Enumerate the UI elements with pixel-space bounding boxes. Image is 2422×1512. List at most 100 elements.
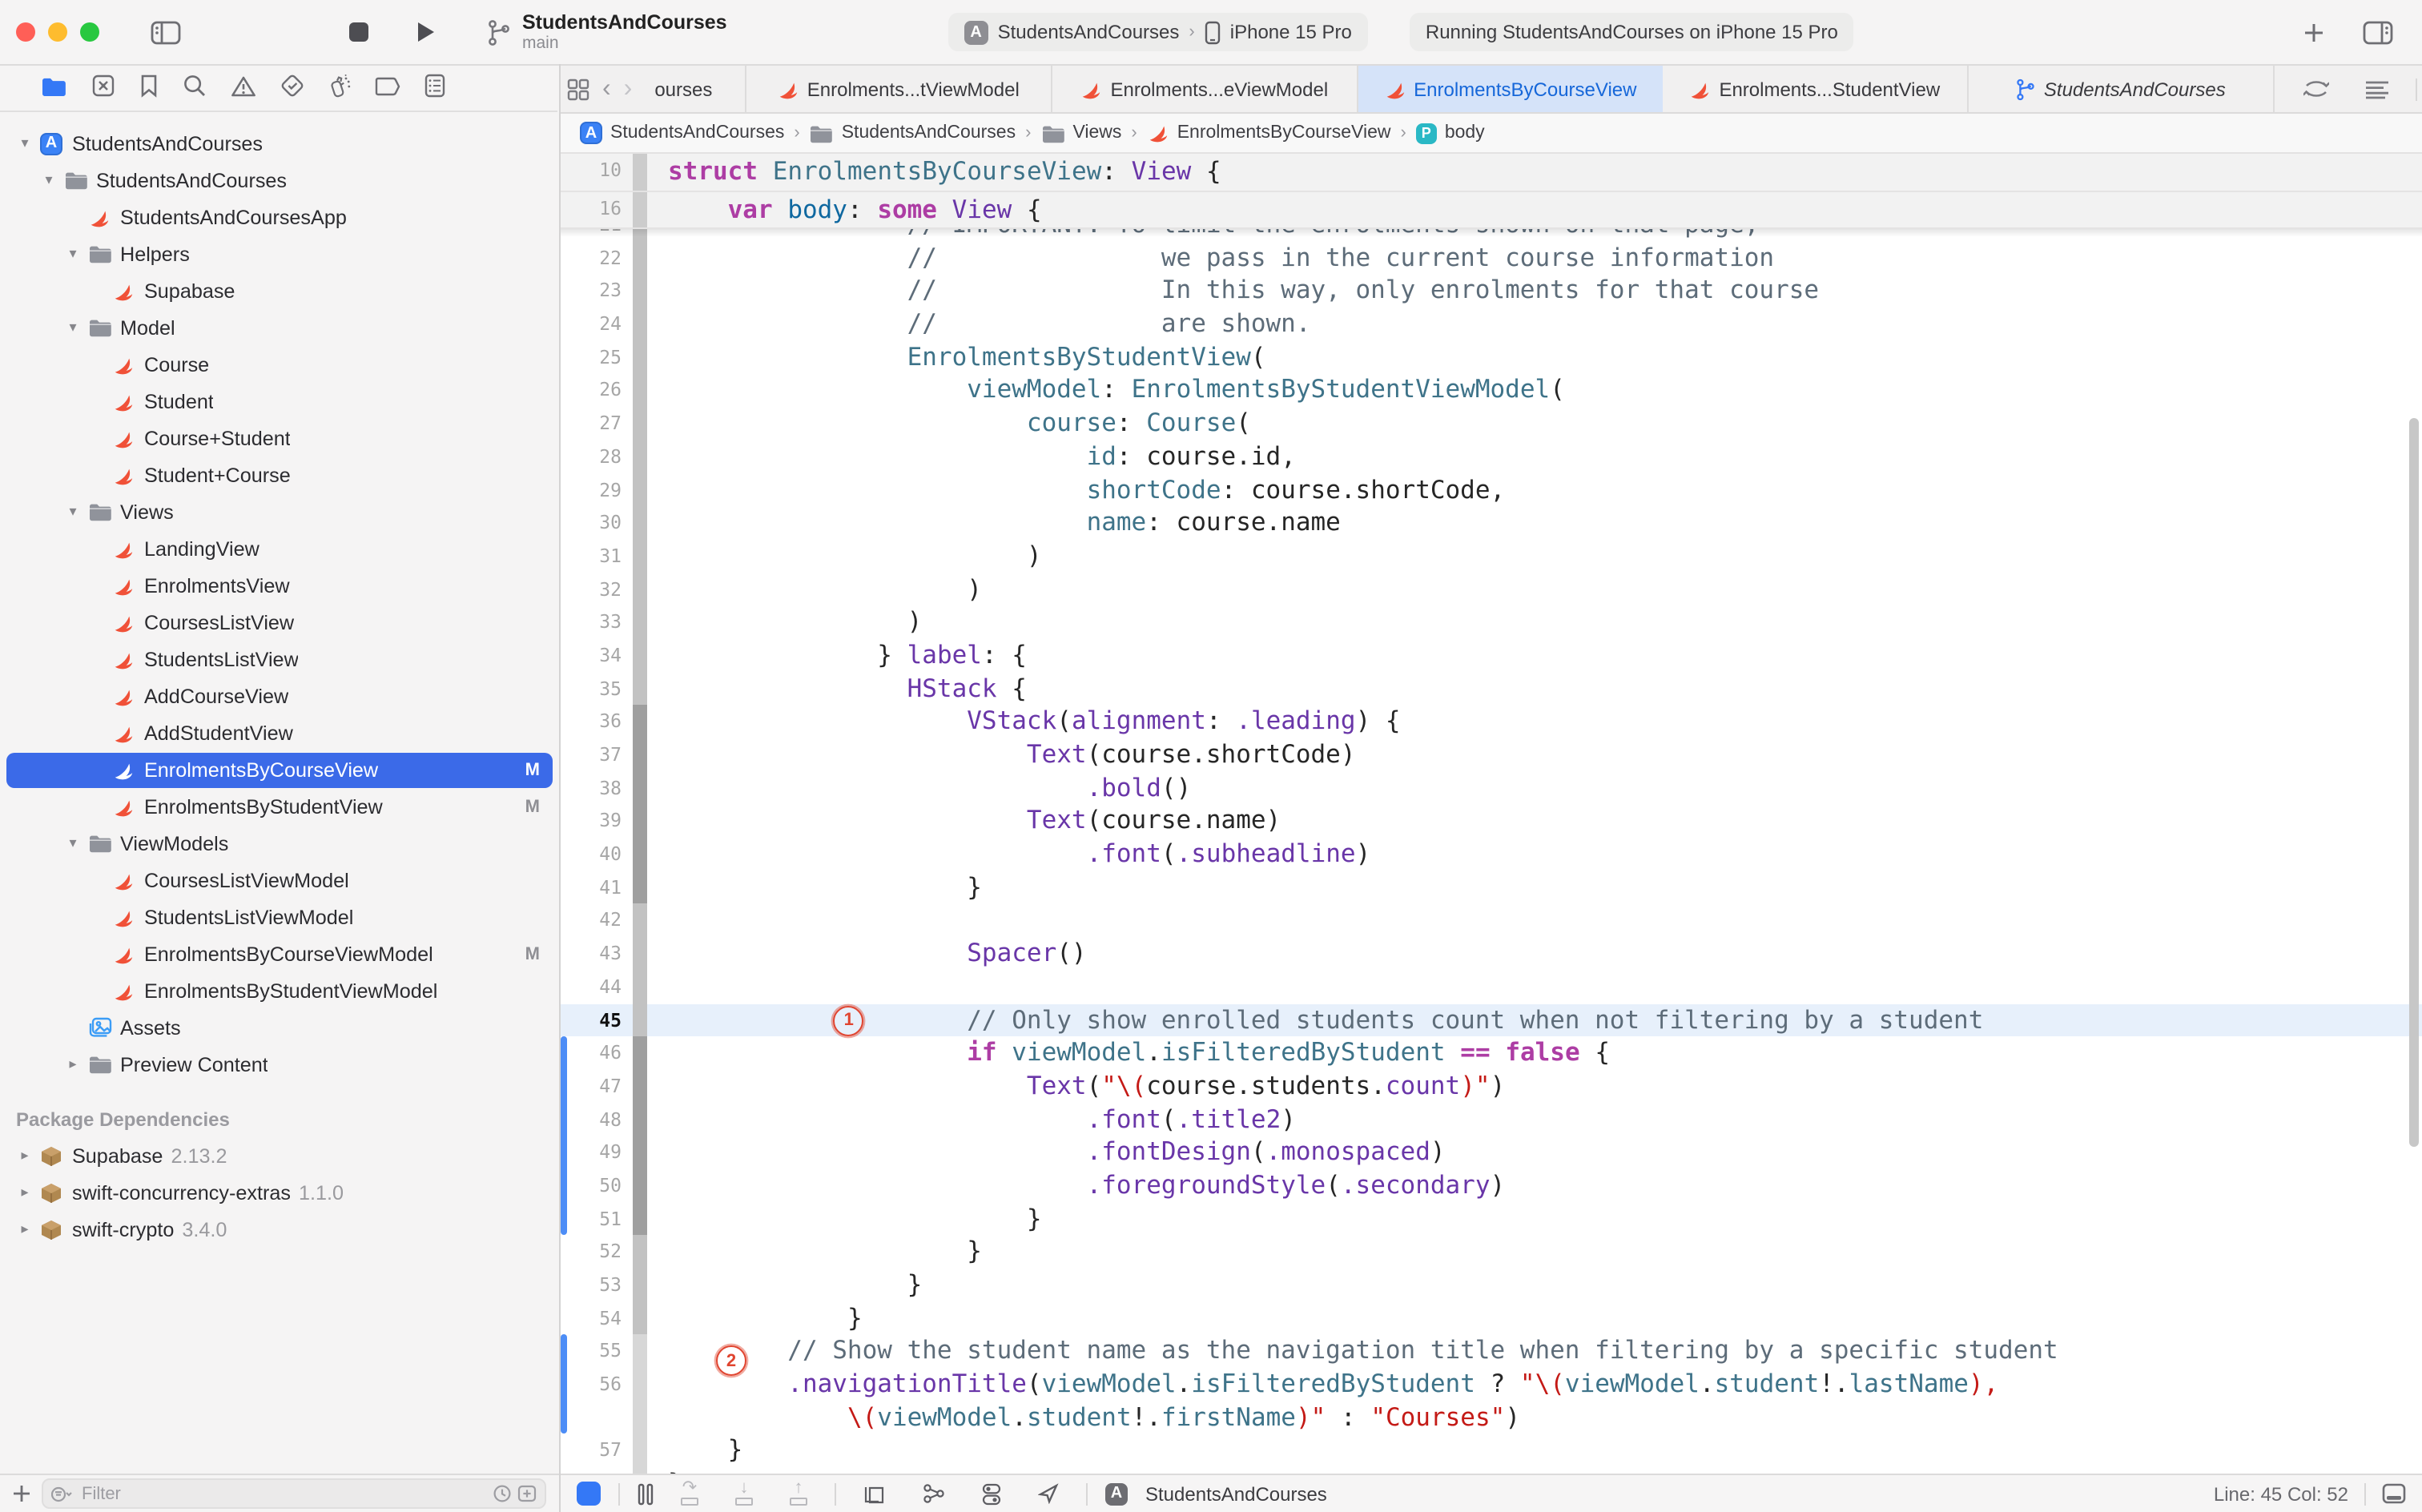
editor-tab-studentsandcourses[interactable]: StudentsAndCourses: [1968, 66, 2274, 112]
breadcrumb-item[interactable]: StudentsAndCourses: [810, 123, 1016, 143]
fold-ribbon[interactable]: [633, 904, 647, 937]
disclosure-closed-icon[interactable]: ▸: [13, 1147, 37, 1164]
fold-ribbon[interactable]: [633, 275, 647, 308]
editor-tab-ourses[interactable]: ourses: [638, 66, 746, 112]
line-number[interactable]: 53: [567, 1269, 633, 1301]
code-line[interactable]: 451// Only show enrolled students count …: [561, 1003, 2422, 1036]
file-tree-row-studentsandcoursesapp[interactable]: StudentsAndCoursesApp: [0, 199, 559, 235]
file-tree-row-enrolmentsbycourseview[interactable]: EnrolmentsByCourseViewM: [0, 751, 559, 788]
file-tree-row-course[interactable]: Course: [0, 346, 559, 383]
bookmarks-navigator-tab[interactable]: [135, 70, 163, 106]
code-line[interactable]: 50.foregroundStyle(.secondary): [561, 1169, 2422, 1202]
go-forward-button[interactable]: ›: [618, 66, 639, 112]
file-tree-row-addstudentview[interactable]: AddStudentView: [0, 714, 559, 751]
disclosure-open-icon[interactable]: ▾: [61, 503, 85, 521]
file-tree-row-model[interactable]: ▾Model: [0, 309, 559, 346]
code-line[interactable]: 49.fontDesign(.monospaced): [561, 1136, 2422, 1169]
run-button[interactable]: [405, 18, 445, 46]
disclosure-open-icon[interactable]: ▾: [61, 834, 85, 852]
line-number[interactable]: 30: [567, 506, 633, 539]
disclosure-closed-icon[interactable]: ▸: [61, 1056, 85, 1073]
editor-tab-enrolments-tviewmodel[interactable]: Enrolments...tViewModel: [746, 66, 1052, 112]
disclosure-closed-icon[interactable]: ▸: [13, 1184, 37, 1201]
fold-ribbon[interactable]: [633, 1169, 647, 1202]
disclosure-open-icon[interactable]: ▾: [13, 135, 37, 152]
code-line[interactable]: 54}: [561, 1301, 2422, 1334]
file-tree-row-student[interactable]: Student: [0, 383, 559, 420]
project-navigator-tab[interactable]: [35, 71, 72, 105]
line-number[interactable]: 24: [567, 308, 633, 340]
code-line[interactable]: 30name: course.name: [561, 506, 2422, 539]
code-line[interactable]: 28id: course.id,: [561, 440, 2422, 473]
fold-ribbon[interactable]: [633, 308, 647, 340]
line-number[interactable]: 47: [567, 1070, 633, 1103]
line-number[interactable]: 37: [567, 738, 633, 771]
disclosure-open-icon[interactable]: ▾: [61, 319, 85, 336]
file-tree-row-viewmodels[interactable]: ▾ViewModels: [0, 825, 559, 862]
line-number[interactable]: 46: [567, 1036, 633, 1069]
fold-ribbon[interactable]: [633, 1335, 647, 1368]
zoom-window-button[interactable]: [80, 22, 99, 42]
fold-ribbon[interactable]: [633, 440, 647, 473]
fold-ribbon[interactable]: [633, 706, 647, 738]
fold-ribbon[interactable]: [633, 374, 647, 407]
code-line[interactable]: 35HStack {: [561, 672, 2422, 705]
fold-ribbon[interactable]: [633, 1070, 647, 1103]
code-line[interactable]: 53}: [561, 1269, 2422, 1301]
fold-ribbon[interactable]: [633, 1401, 647, 1434]
fold-ribbon[interactable]: [633, 771, 647, 804]
code-line[interactable]: 24// are shown.: [561, 308, 2422, 340]
file-tree-row-enrolmentsbystudentviewmodel[interactable]: EnrolmentsByStudentViewModel: [0, 972, 559, 1009]
code-line[interactable]: 47Text("\(course.students.count)"): [561, 1070, 2422, 1103]
file-tree-row-studentsandcourses[interactable]: ▾StudentsAndCourses: [0, 162, 559, 199]
code-line[interactable]: 23// In this way, only enrolments for th…: [561, 275, 2422, 308]
activity-viewer[interactable]: Running StudentsAndCourses on iPhone 15 …: [1410, 13, 1854, 51]
code-line[interactable]: 27course: Course(: [561, 407, 2422, 440]
code-line[interactable]: 57}: [561, 1434, 2422, 1467]
file-tree-row-student-course[interactable]: Student+Course: [0, 456, 559, 493]
fold-ribbon[interactable]: [633, 191, 647, 227]
code-line[interactable]: 43Spacer(): [561, 937, 2422, 970]
breakpoints-navigator-tab[interactable]: [370, 73, 405, 103]
code-line[interactable]: 56.navigationTitle(viewModel.isFilteredB…: [561, 1368, 2422, 1401]
line-number[interactable]: 55: [567, 1335, 633, 1368]
breadcrumb-item[interactable]: Pbody: [1416, 123, 1485, 143]
issues-navigator-tab[interactable]: [226, 71, 261, 105]
fold-ribbon[interactable]: [633, 540, 647, 573]
line-number[interactable]: 23: [567, 275, 633, 308]
file-tree-row-studentsandcourses[interactable]: ▾AStudentsAndCourses: [0, 125, 559, 162]
line-number[interactable]: 34: [567, 639, 633, 672]
line-number[interactable]: [567, 1401, 633, 1434]
sticky-code-line[interactable]: 10struct EnrolmentsByCourseView: View {: [561, 154, 2422, 191]
fold-ribbon[interactable]: [633, 672, 647, 705]
line-number[interactable]: 38: [567, 771, 633, 804]
line-number[interactable]: 41: [567, 871, 633, 904]
line-number[interactable]: 54: [567, 1301, 633, 1334]
related-items-button[interactable]: [561, 66, 596, 112]
fold-ribbon[interactable]: [633, 1103, 647, 1136]
code-line[interactable]: 40.font(.subheadline): [561, 838, 2422, 871]
line-number[interactable]: 33: [567, 606, 633, 639]
add-file-button[interactable]: [13, 1485, 30, 1502]
code-line[interactable]: 39Text(course.name): [561, 805, 2422, 838]
go-back-button[interactable]: ‹: [596, 66, 618, 112]
fold-ribbon[interactable]: [633, 506, 647, 539]
line-number[interactable]: 31: [567, 540, 633, 573]
fold-ribbon[interactable]: [633, 1269, 647, 1301]
toggle-left-sidebar-button[interactable]: [141, 17, 191, 47]
stop-button[interactable]: [338, 18, 380, 46]
file-tree-row-preview-content[interactable]: ▸Preview Content: [0, 1046, 559, 1083]
code-line[interactable]: 58}: [561, 1467, 2422, 1474]
file-tree-row-enrolmentsbystudentview[interactable]: EnrolmentsByStudentViewM: [0, 788, 559, 825]
line-number[interactable]: 48: [567, 1103, 633, 1136]
fold-ribbon[interactable]: [633, 407, 647, 440]
line-number[interactable]: 32: [567, 573, 633, 605]
fold-ribbon[interactable]: [633, 606, 647, 639]
code-line[interactable]: 31): [561, 540, 2422, 573]
recent-files-clock-icon[interactable]: [493, 1485, 511, 1502]
tests-navigator-tab[interactable]: [276, 70, 309, 106]
fold-ribbon[interactable]: [633, 838, 647, 871]
fold-ribbon[interactable]: [633, 738, 647, 771]
breadcrumb-item[interactable]: AStudentsAndCourses: [580, 122, 784, 144]
breakpoints-toggle-button[interactable]: [577, 1482, 601, 1506]
